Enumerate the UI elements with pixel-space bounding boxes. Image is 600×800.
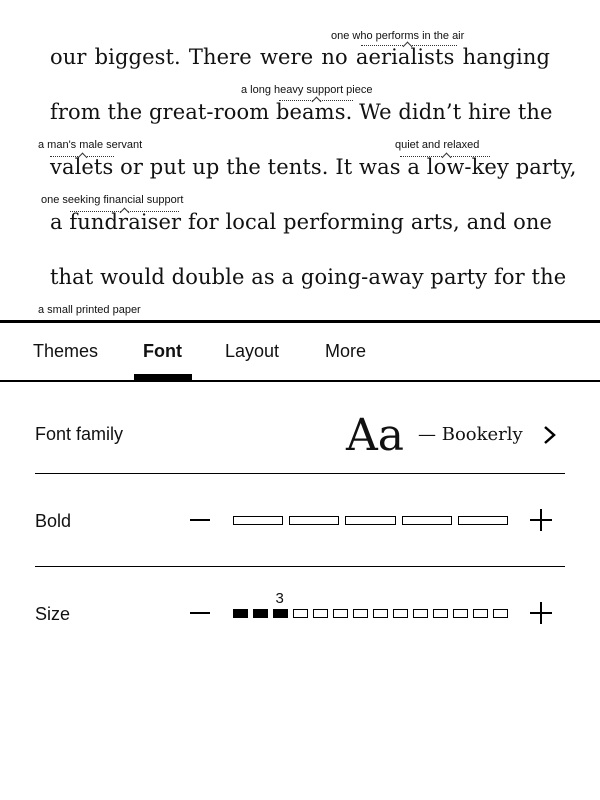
- divider: [35, 473, 565, 474]
- tab-themes[interactable]: Themes: [33, 341, 98, 362]
- slider-segment[interactable]: [273, 609, 288, 618]
- font-family-value: — Bookerly: [418, 424, 523, 445]
- size-label: Size: [35, 604, 71, 624]
- text-line: valets or put up the tents. It was a low…: [50, 155, 577, 179]
- size-increase-button[interactable]: [530, 602, 552, 624]
- slider-segment[interactable]: [433, 609, 448, 618]
- settings-tabs: Themes Font Layout More: [0, 323, 600, 381]
- tabs-divider: [0, 380, 600, 382]
- slider-segment[interactable]: [253, 609, 268, 618]
- slider-segment[interactable]: [453, 609, 468, 618]
- bold-decrease-button[interactable]: [190, 519, 210, 521]
- size-value: 3: [275, 590, 284, 607]
- word-wise-hint[interactable]: a small printed paper: [38, 304, 141, 316]
- word-wise-hint[interactable]: one who performs in the air: [331, 30, 464, 42]
- slider-segment[interactable]: [373, 609, 388, 618]
- text-line: from the great-room beams. We didn’t hir…: [50, 100, 553, 124]
- text-line: that would double as a going-away party …: [50, 265, 567, 289]
- tab-font[interactable]: Font: [143, 341, 182, 362]
- slider-segment[interactable]: [313, 609, 328, 618]
- slider-segment[interactable]: [473, 609, 488, 618]
- slider-segment[interactable]: [393, 609, 408, 618]
- slider-segment[interactable]: [401, 516, 452, 525]
- chevron-right-icon[interactable]: [540, 424, 560, 446]
- text-line: a fundraiser for local performing arts, …: [50, 210, 553, 234]
- slider-segment[interactable]: [233, 609, 248, 618]
- slider-segment[interactable]: [345, 516, 396, 525]
- word-wise-hint[interactable]: a long heavy support piece: [241, 84, 372, 96]
- text-line: our biggest. There were no aerialists ha…: [50, 45, 550, 69]
- slider-segment[interactable]: [413, 609, 428, 618]
- slider-segment[interactable]: [457, 516, 508, 525]
- word-wise-hint[interactable]: one seeking financial support: [41, 194, 183, 206]
- bold-label: Bold: [35, 511, 72, 531]
- bold-increase-button[interactable]: [530, 509, 552, 531]
- word-wise-hint[interactable]: a man's male servant: [38, 139, 142, 151]
- divider: [35, 566, 565, 567]
- slider-segment[interactable]: [353, 609, 368, 618]
- font-family-label: Font family: [35, 424, 124, 444]
- tab-more[interactable]: More: [325, 341, 366, 362]
- size-decrease-button[interactable]: [190, 612, 210, 614]
- book-page: one who performs in the air our biggest.…: [0, 0, 600, 320]
- slider-segment[interactable]: [289, 516, 340, 525]
- slider-segment[interactable]: [293, 609, 308, 618]
- tab-layout[interactable]: Layout: [225, 341, 279, 362]
- word-wise-hint[interactable]: quiet and relaxed: [395, 139, 479, 151]
- slider-segment[interactable]: [333, 609, 348, 618]
- slider-segment[interactable]: [493, 609, 508, 618]
- font-sample: Aa: [346, 410, 405, 461]
- slider-segment[interactable]: [233, 516, 284, 525]
